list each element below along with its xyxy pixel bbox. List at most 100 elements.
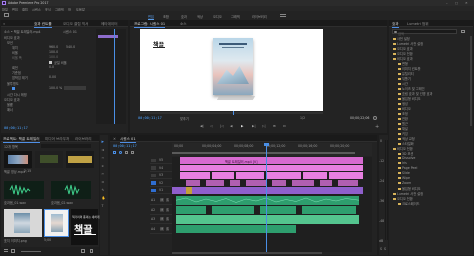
tab-lumetri-scopes[interactable]: Lumetri 범위 (407, 22, 429, 27)
track-target-icon[interactable] (151, 166, 156, 170)
scale-width-value[interactable]: 100.0 (49, 55, 58, 59)
video-clip[interactable] (180, 172, 210, 179)
scale-value[interactable]: 100.0 (49, 50, 58, 54)
tab-effect-controls[interactable]: 효과 컨트롤 (34, 22, 52, 28)
opacity-value[interactable]: 100.0 % (49, 86, 62, 90)
tab-audio-clip-mixer[interactable]: 오디오 클립 믹서 (63, 22, 88, 27)
row-volume[interactable]: 볼륨 (4, 102, 93, 107)
video-clip[interactable] (303, 172, 327, 179)
step-back-button[interactable]: ◀ (230, 124, 232, 128)
tab-program-monitor[interactable]: 프로그램: 시퀀스 01 (134, 22, 166, 28)
play-button[interactable]: ▶ (241, 124, 243, 128)
video-clip[interactable] (246, 179, 266, 186)
tab-audio-mixer-small[interactable]: « (3, 22, 5, 26)
workspace-color[interactable]: 색상 (197, 14, 203, 19)
effect-subfolder[interactable]: 크로스페이드 (398, 201, 420, 206)
bin-item[interactable]: 5;00 (44, 209, 69, 245)
solo-right-button[interactable]: S (384, 247, 386, 251)
project-search-field[interactable] (41, 144, 91, 148)
program-timecode-current[interactable]: 00;00;11;17 (138, 116, 162, 120)
tab-sequence[interactable]: 시퀀스 01 (120, 137, 136, 143)
workspace-edit[interactable]: 편집 (148, 14, 154, 20)
effect-subfolder[interactable]: Dissolve (398, 156, 415, 160)
effect-subfolder[interactable]: Slide (398, 171, 410, 175)
time-ruler[interactable]: 00;00 00;00;04;00 00;00;08;00 00;00;12;0… (172, 143, 372, 156)
type-tool-icon[interactable]: T (102, 204, 104, 208)
track-label[interactable]: A4 (151, 227, 155, 231)
video-clip[interactable] (292, 179, 314, 186)
video-clip[interactable] (338, 179, 358, 186)
track-target-icon[interactable] (151, 173, 156, 177)
video-clip[interactable] (329, 172, 363, 179)
row-motion[interactable]: 모션 (4, 40, 93, 45)
audio-clip[interactable] (176, 196, 359, 205)
video-clip[interactable]: 책끌 트레일러.mp4 [V] (180, 157, 363, 164)
rotation-value[interactable]: 0.0 (49, 65, 54, 69)
workspace-audio[interactable]: 오디오 (213, 14, 222, 19)
track-label[interactable]: V4 (159, 166, 163, 170)
timeline-settings-icon[interactable] (131, 150, 134, 154)
row-panner[interactable]: 패너 (4, 107, 93, 112)
add-marker-icon[interactable] (125, 150, 128, 154)
position-x-value[interactable]: 960.0 (49, 45, 58, 49)
video-clip[interactable] (272, 179, 286, 186)
track-label[interactable]: A3 (151, 217, 155, 221)
video-clip[interactable] (180, 164, 363, 171)
mute-button[interactable]: M (160, 198, 164, 202)
timeline-playhead-handle[interactable] (264, 143, 269, 146)
video-clip[interactable] (236, 172, 264, 179)
fit-dropdown[interactable]: 맞추기 (180, 116, 189, 121)
track-label[interactable]: V2 (159, 181, 163, 185)
track-label[interactable]: A1 (151, 198, 155, 202)
export-frame-button[interactable]: ⊡ (283, 124, 286, 128)
track-target-icon[interactable] (151, 158, 156, 162)
audio-clip[interactable] (176, 205, 206, 214)
close-sequence-icon[interactable]: ✕ (113, 137, 116, 141)
workspace-assembly[interactable]: 조합 (163, 14, 169, 19)
effect-subfolder[interactable]: Wipe (398, 176, 410, 180)
effects-search-field[interactable]: 검색 (392, 29, 457, 36)
quality-dropdown[interactable]: 1/2 (300, 116, 305, 120)
workspace-libraries[interactable]: 라이브러리 (252, 14, 267, 19)
icon-view-icon[interactable] (11, 249, 15, 253)
bin-item[interactable]: 책끌 영상.mp4 2;15 (4, 151, 32, 179)
audio-clip[interactable] (176, 224, 296, 233)
track-area[interactable]: 책끌 트레일러.mp4 [V] (172, 143, 372, 252)
track-label[interactable]: V3 (159, 173, 163, 177)
effect-subfolder[interactable]: Iris (398, 161, 407, 165)
video-clip[interactable] (212, 172, 234, 179)
lift-button[interactable]: ⊞ (273, 124, 276, 128)
mark-out-button[interactable]: ◁ (210, 124, 212, 128)
step-forward-button[interactable]: ▶| (252, 124, 256, 128)
bin-item[interactable]: 효과음_01.wav (4, 181, 44, 207)
video-clip[interactable] (172, 187, 363, 194)
tab-media-browser[interactable]: 미디어 브라우저 (45, 137, 69, 142)
solo-button[interactable]: S (166, 226, 170, 231)
tab-effects[interactable]: 효과 (392, 22, 399, 28)
bin-item[interactable]: 효과음_02.wav (51, 181, 91, 207)
add-button-icon[interactable]: + (375, 124, 379, 130)
settings-wrench-icon[interactable] (373, 116, 377, 120)
work-area-bar[interactable] (172, 152, 355, 154)
tab-project[interactable]: 프로젝트: 책끌 트레일러 (3, 137, 40, 143)
row-time-remap[interactable]: 시간 다시 매핑 (4, 92, 93, 97)
mini-playhead[interactable] (114, 29, 115, 124)
snap-icon[interactable] (113, 150, 116, 154)
rate-stretch-tool-icon[interactable]: ⧖ (102, 164, 104, 168)
track-label[interactable]: A2 (151, 208, 155, 212)
list-view-icon[interactable] (4, 249, 8, 252)
pen-tool-icon[interactable]: ✎ (102, 188, 105, 192)
effect-subfolder[interactable]: Zoom (398, 181, 411, 185)
track-label[interactable]: V5 (159, 158, 163, 162)
tab-libraries[interactable]: 라이브러리 (75, 137, 92, 142)
effect-controls-timecode[interactable]: 00;00;11;17 (4, 126, 28, 130)
track-target-icon[interactable] (151, 181, 156, 185)
video-clip[interactable] (230, 179, 240, 186)
audio-clip[interactable] (176, 215, 359, 224)
razor-tool-icon[interactable]: ✂ (102, 172, 105, 176)
selection-tool-icon[interactable]: ▸ (102, 139, 105, 145)
zoom-slider[interactable] (21, 251, 41, 252)
mark-in-button[interactable]: ◀| (200, 124, 204, 128)
hand-tool-icon[interactable]: ✋ (102, 196, 106, 200)
solo-button[interactable]: S (166, 207, 170, 212)
